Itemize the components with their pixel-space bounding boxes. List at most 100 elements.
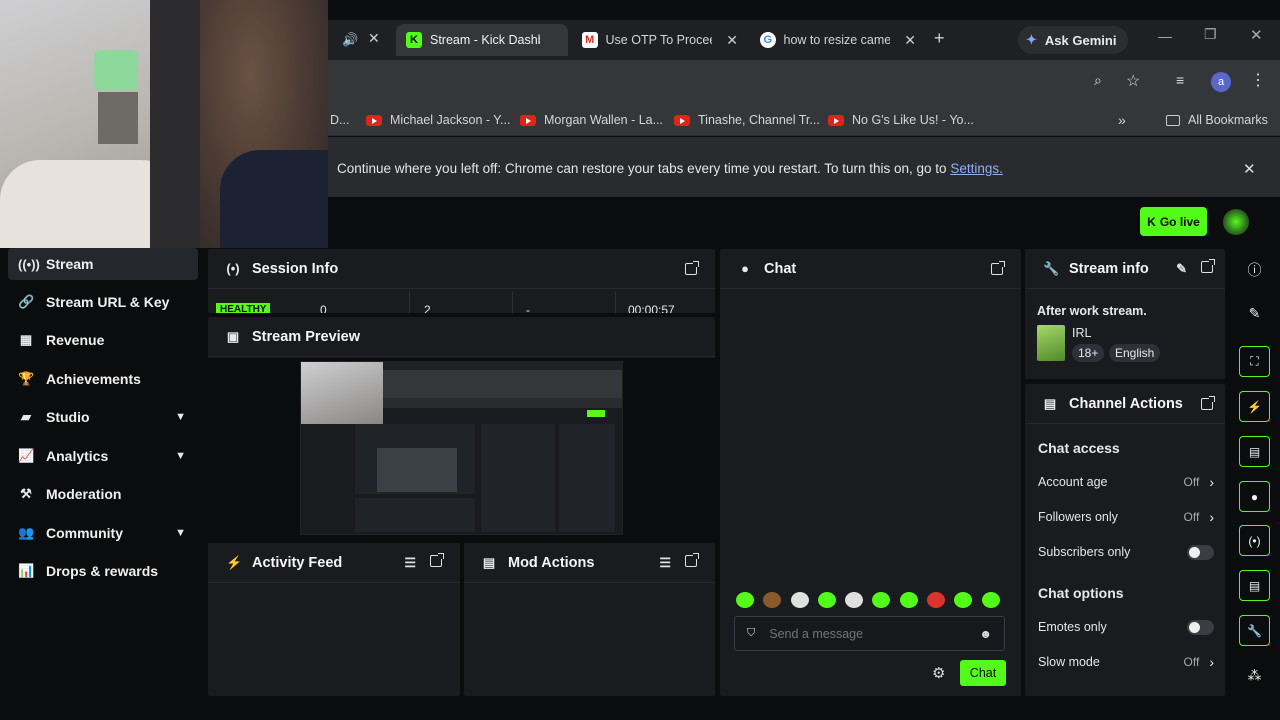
popout-icon[interactable]	[430, 552, 444, 567]
rail-mod-actions-button[interactable]: ▤	[1239, 436, 1270, 467]
tab-google-search[interactable]: G how to resize came ✕	[750, 24, 926, 56]
close-tab-icon[interactable]: ✕	[726, 32, 738, 49]
profile-avatar[interactable]: a	[1211, 72, 1231, 92]
media-control-icon[interactable]: ≡	[1176, 72, 1184, 88]
gear-icon[interactable]: ⚙	[932, 664, 945, 682]
emote-icon[interactable]	[899, 592, 918, 608]
emotes-only-toggle[interactable]	[1187, 619, 1214, 635]
filter-icon[interactable]: ☰	[404, 555, 416, 571]
popout-icon[interactable]	[1201, 258, 1215, 273]
ask-gemini-button[interactable]: ✦ Ask Gemini	[1018, 26, 1128, 54]
setting-label: Slow mode	[1038, 655, 1100, 669]
emote-icon[interactable]	[954, 592, 973, 608]
chevron-right-icon: ›	[1209, 509, 1214, 525]
wrench-icon: 🔧	[1247, 623, 1262, 638]
sidebar-item-label: Stream	[46, 256, 94, 272]
preview-video[interactable]	[300, 361, 623, 535]
more-menu-icon[interactable]: ⋮	[1250, 70, 1266, 90]
broadcast-icon: (•)	[1248, 533, 1261, 548]
rail-session-button[interactable]: (•)	[1239, 525, 1270, 556]
followers-only-row[interactable]: Followers only Off ›	[1038, 508, 1214, 526]
emote-icon[interactable]	[981, 592, 1000, 608]
user-avatar[interactable]	[1223, 209, 1249, 235]
restore-icon[interactable]: ❐	[1204, 26, 1217, 43]
rail-stream-info-button[interactable]: 🔧	[1239, 615, 1270, 646]
sidebar-item-revenue[interactable]: ▦ Revenue	[8, 324, 198, 356]
session-value: 0	[320, 303, 327, 313]
bookmarks-overflow-icon[interactable]: »	[1118, 104, 1126, 136]
info-icon[interactable]: ⓘ	[1239, 254, 1270, 285]
tab-gmail[interactable]: M Use OTP To Proceed ✕	[572, 24, 748, 56]
tab-title: Use OTP To Proceed	[605, 33, 713, 47]
emote-icon[interactable]	[736, 592, 754, 608]
go-live-button[interactable]: K Go live	[1140, 207, 1207, 236]
bookmark-label: Morgan Wallen - La...	[544, 113, 664, 127]
window-close-icon[interactable]: ✕	[1250, 26, 1263, 44]
popout-icon[interactable]	[1201, 395, 1215, 410]
edit-pencil-icon[interactable]: ✎	[1239, 298, 1270, 329]
webcam-shelf	[98, 92, 138, 144]
sidebar-item-drops-rewards[interactable]: 📊 Drops & rewards	[8, 555, 198, 587]
emote-icon[interactable]	[763, 592, 782, 608]
bookmark-item[interactable]: Michael Jackson - Y...	[366, 104, 510, 136]
bookmark-item[interactable]: Morgan Wallen - La...	[520, 104, 663, 136]
bookmark-label: No G's Like Us! - Yo...	[852, 113, 974, 127]
emote-icon[interactable]	[817, 592, 836, 608]
popout-icon[interactable]	[685, 260, 699, 275]
mod-actions-header: ▤ Mod Actions ☰	[464, 543, 715, 583]
new-tab-icon[interactable]: +	[934, 28, 945, 49]
sidebar-item-moderation[interactable]: ⚒ Moderation	[8, 478, 198, 510]
bookmark-star-icon[interactable]: ☆	[1126, 71, 1140, 91]
rail-chat-button[interactable]: ●	[1239, 481, 1270, 512]
popout-icon[interactable]	[685, 552, 699, 567]
filter-icon[interactable]: ☰	[659, 555, 671, 571]
sidebar-item-analytics[interactable]: 📈 Analytics ▼	[8, 440, 198, 472]
address-bar[interactable]	[330, 67, 1160, 97]
bookmark-item[interactable]: Tinashe, Channel Tr...	[674, 104, 820, 136]
emote-icon[interactable]	[872, 592, 891, 608]
emote-icon[interactable]	[845, 592, 864, 608]
sidebar-item-stream-url-key[interactable]: 🔗 Stream URL & Key	[8, 286, 198, 318]
sidebar-item-studio[interactable]: ▰ Studio ▼	[8, 401, 198, 433]
sidebar-item-achievements[interactable]: 🏆 Achievements	[8, 363, 198, 395]
activity-feed-panel: ⚡ Activity Feed ☰	[208, 543, 460, 696]
emote-icon[interactable]	[927, 592, 946, 608]
sidebar-item-label: Analytics	[46, 448, 109, 464]
link-icon: 🔗	[18, 294, 35, 309]
emote-icon[interactable]	[790, 592, 809, 608]
infobar-close-icon[interactable]: ✕	[1243, 160, 1256, 178]
apps-icon[interactable]: ⁂	[1239, 660, 1270, 691]
close-icon[interactable]: ✕	[368, 30, 380, 47]
drops-icon: 📊	[18, 563, 35, 578]
chat-message-input[interactable]	[767, 625, 968, 642]
subscribers-only-toggle[interactable]	[1187, 544, 1214, 560]
close-tab-icon[interactable]: ✕	[904, 32, 916, 49]
preview-mini-streaminfo	[559, 424, 615, 532]
divider	[512, 291, 513, 313]
bookmark-item[interactable]: D...	[330, 104, 349, 136]
rail-channel-actions-button[interactable]: ▤	[1239, 570, 1270, 601]
all-bookmarks-button[interactable]: All Bookmarks	[1166, 104, 1268, 136]
emoji-icon[interactable]: ☻	[979, 627, 992, 641]
send-chat-button[interactable]: Chat	[960, 660, 1006, 686]
slow-mode-row[interactable]: Slow mode Off ›	[1038, 653, 1214, 671]
tab-kick-dashboard[interactable]: K Stream - Kick Dashb	[396, 24, 568, 56]
sidebar-item-community[interactable]: 👥 Community ▼	[8, 517, 198, 549]
rail-activity-button[interactable]: ⚡	[1239, 391, 1270, 422]
account-age-row[interactable]: Account age Off ›	[1038, 473, 1214, 491]
sidebar-item-stream[interactable]: ((•)) Stream	[8, 248, 198, 280]
edit-pencil-icon[interactable]: ✎	[1176, 261, 1187, 277]
category-name[interactable]: IRL	[1072, 326, 1091, 340]
popout-icon[interactable]	[991, 260, 1005, 275]
settings-link[interactable]: Settings.	[950, 161, 1003, 176]
webcam-basket	[94, 50, 138, 90]
speaker-icon[interactable]: 🔊	[342, 32, 358, 48]
trophy-icon: 🏆	[18, 371, 35, 386]
rail-screen-capture-button[interactable]: ⛶	[1239, 346, 1270, 377]
bookmark-item[interactable]: No G's Like Us! - Yo...	[828, 104, 974, 136]
youtube-icon	[366, 114, 382, 126]
preview-mini-chat	[481, 424, 555, 532]
minimize-icon[interactable]: —	[1158, 28, 1172, 44]
subscribers-only-row: Subscribers only	[1038, 543, 1214, 561]
zoom-icon[interactable]: ⌕	[1094, 72, 1102, 89]
